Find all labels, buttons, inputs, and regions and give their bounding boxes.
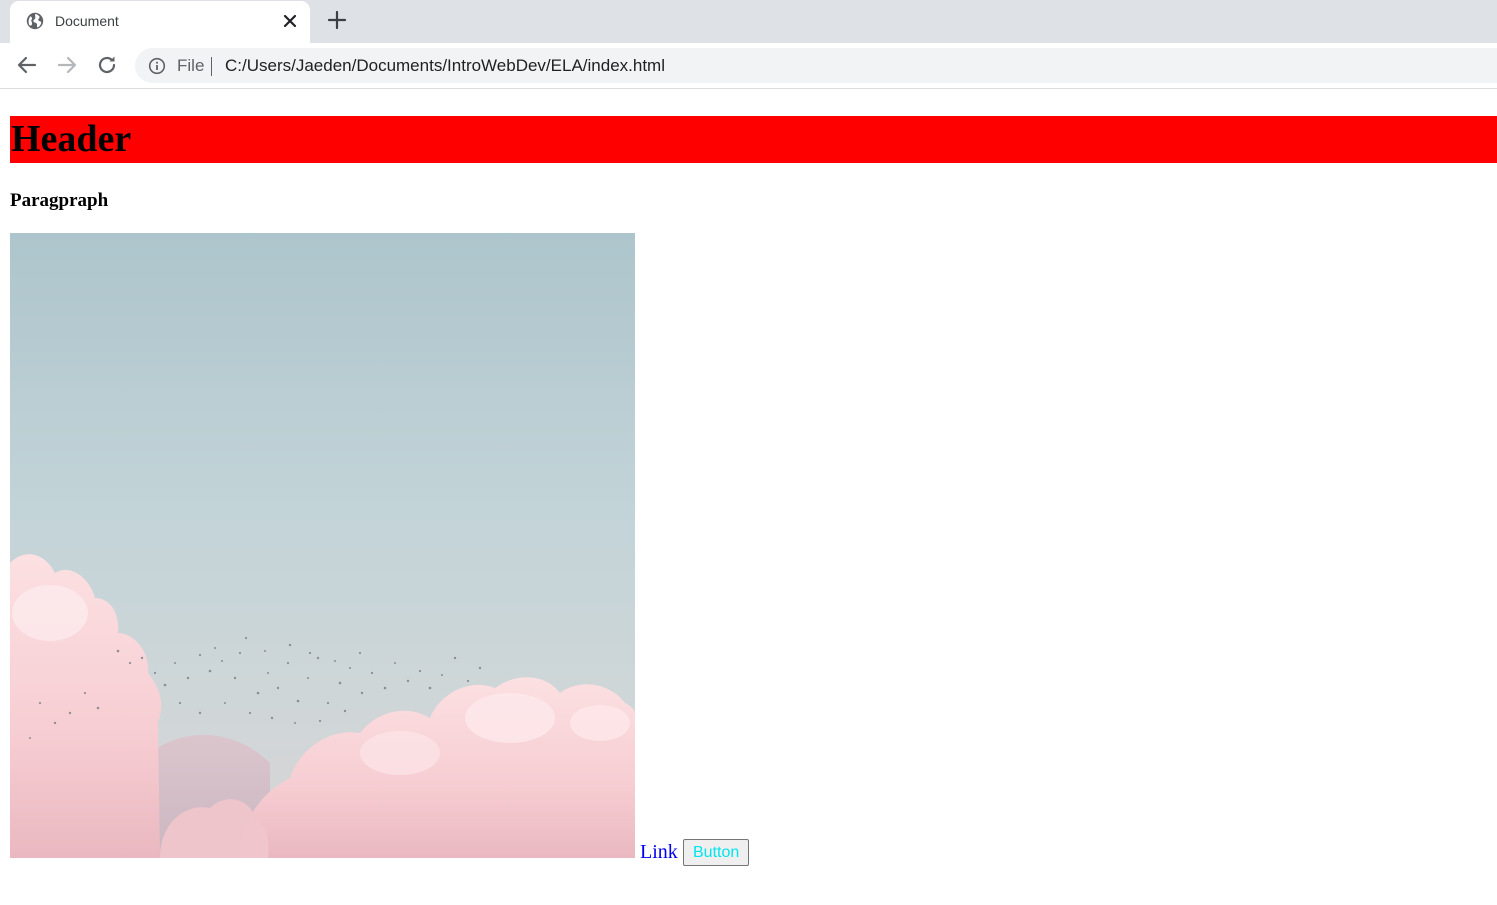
url-text[interactable]: C:/Users/Jaeden/Documents/IntroWebDev/EL… bbox=[225, 56, 665, 75]
address-bar[interactable]: File C:/Users/Jaeden/Documents/IntroWebD… bbox=[135, 48, 1497, 83]
page-button[interactable]: Button bbox=[683, 839, 750, 866]
info-icon[interactable] bbox=[148, 57, 166, 75]
new-tab-icon[interactable] bbox=[326, 9, 348, 31]
close-icon[interactable] bbox=[280, 11, 300, 31]
reload-icon[interactable] bbox=[95, 53, 119, 77]
page-header: Header bbox=[10, 116, 1497, 163]
browser-tab[interactable]: Document bbox=[10, 1, 310, 43]
tab-strip: Document bbox=[0, 0, 1497, 43]
scheme-label: File bbox=[177, 56, 205, 75]
paragraph-text: Paragpraph bbox=[10, 190, 109, 211]
tab-title: Document bbox=[55, 13, 119, 29]
browser-toolbar: File C:/Users/Jaeden/Documents/IntroWebD… bbox=[0, 43, 1497, 89]
arrow-right-icon[interactable] bbox=[55, 53, 79, 77]
address-separator bbox=[211, 57, 212, 76]
sky-image bbox=[10, 233, 635, 858]
page-link[interactable]: Link bbox=[640, 840, 678, 864]
arrow-left-icon[interactable] bbox=[15, 53, 39, 77]
globe-icon bbox=[26, 12, 44, 30]
